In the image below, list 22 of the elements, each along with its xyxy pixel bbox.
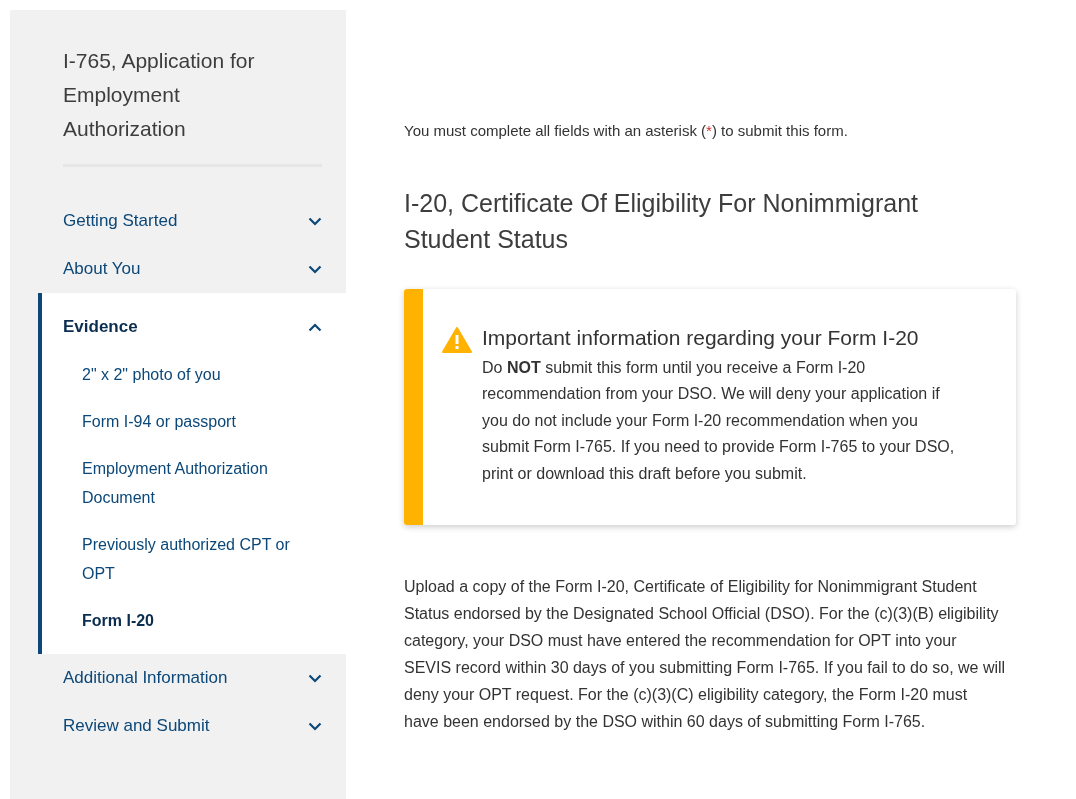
nav-link[interactable]: Form I-94 or passport: [63, 398, 346, 445]
nav-link[interactable]: 2" x 2" photo of you: [63, 351, 346, 398]
nav-section[interactable]: Additional Information: [63, 654, 346, 702]
nav-link[interactable]: Form I-20: [63, 597, 346, 644]
chevron-down-icon: [308, 721, 322, 731]
instructions-paragraph: Upload a copy of the Form I-20, Certificate of Eligibility for Nonimmigrant Student Status endorsed by the Designated School Official (DSO). For the (c)(3)(B) eligibility category, your DSO must have entered the recommendation for OPT into your SEVIS record within 30 days of you submitting Form I-765. If you fail to do so, we will deny your OPT request. For the (c)(3)(C) eligibility category, the Form I-20 must have been endorsed by the DSO within 60 days of submitting Form I-765.: [404, 577, 1007, 732]
warning-icon: [442, 326, 472, 353]
required-fields-note: You must complete all fields with an asterisk (*) to submit this form.: [404, 121, 849, 141]
nav-link[interactable]: Previously authorized CPT or OPT: [63, 521, 346, 597]
nav-link[interactable]: Employment Authorization Document: [63, 445, 346, 521]
nav-section[interactable]: Getting Started: [63, 197, 346, 245]
alert-title: Important information regarding your Form I-20: [482, 324, 920, 351]
chevron-down-icon: [308, 673, 322, 683]
nav-section[interactable]: Evidence: [63, 303, 346, 351]
section-heading: I-20, Certificate Of Eligibility For Nonimmigrant Student Status: [404, 187, 920, 255]
alert-text: Do NOT submit this form until you receive a Form I-20 recommendation from your DSO. We will deny your application if you do not include your Form I-20 recommendation when you submit Form I-765. If you need to provide Form I-765 to your DSO, print or download this draft before you submit.: [482, 357, 956, 484]
chevron-up-icon: [308, 322, 322, 332]
nav-section[interactable]: Review and Submit: [63, 702, 346, 750]
nav-section[interactable]: About You: [63, 245, 346, 293]
chevron-down-icon: [308, 216, 322, 226]
form-title: I-765, Application for Employment Authorization: [62, 48, 256, 142]
chevron-down-icon: [308, 264, 322, 274]
